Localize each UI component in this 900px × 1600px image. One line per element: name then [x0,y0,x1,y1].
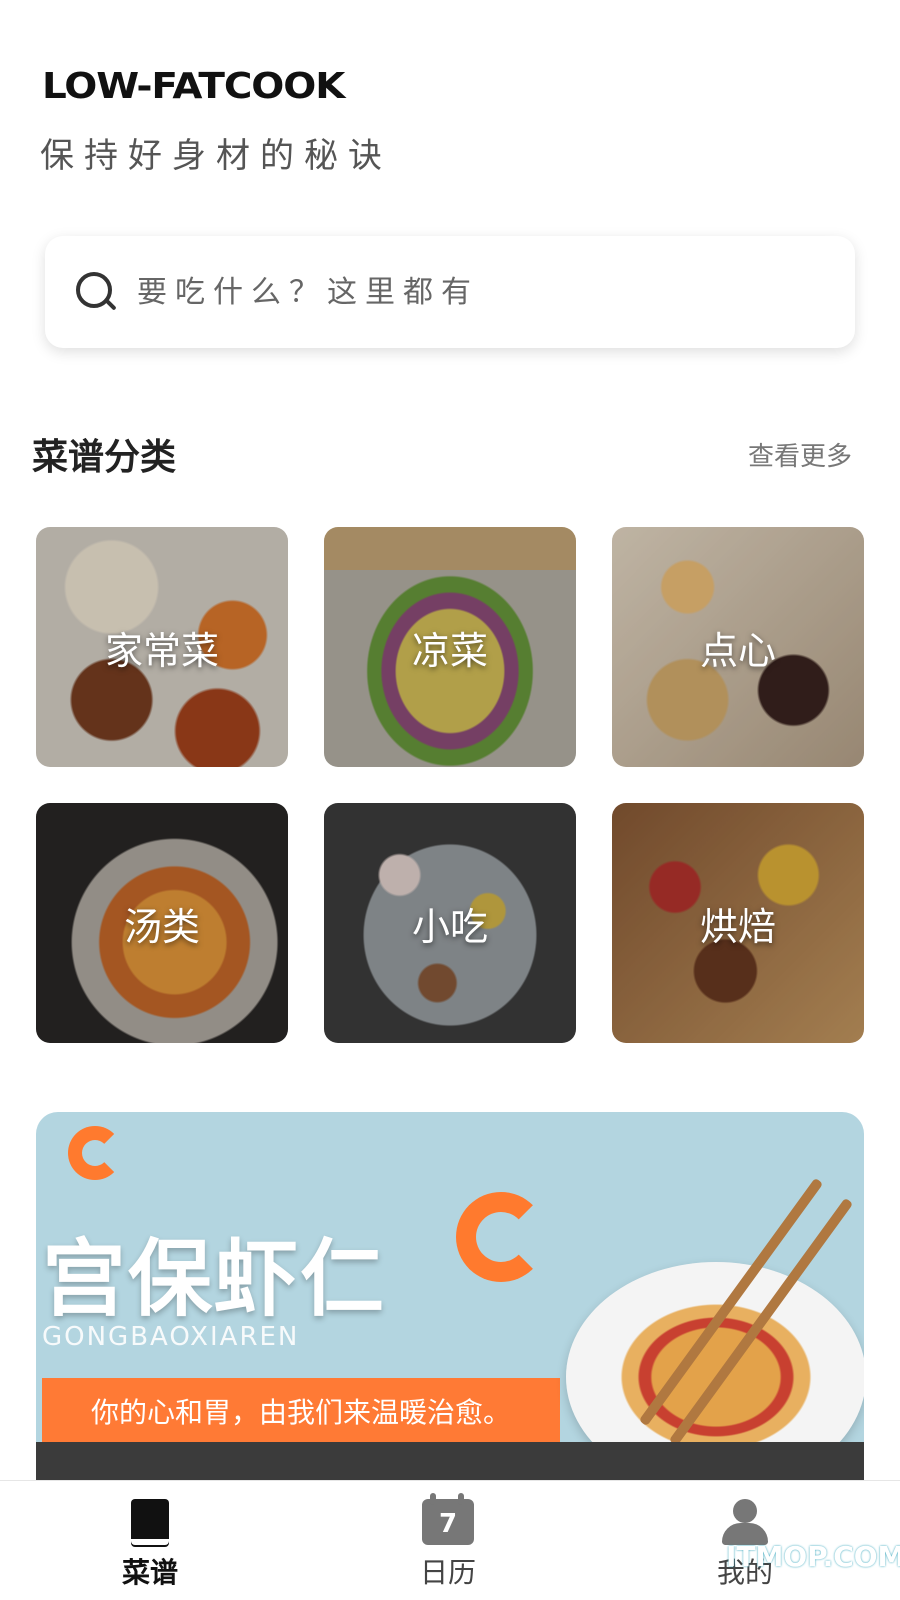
search-icon [73,269,119,315]
search-bar[interactable] [45,236,855,348]
banner-slogan: 你的心和胃，由我们来温暖治愈。 [42,1378,560,1444]
category-section-header: 菜谱分类 查看更多 [32,428,862,480]
banner-title: 宫保虾仁 [42,1230,387,1328]
category-tile-home-cooking[interactable]: 家常菜 [36,527,288,767]
brand-logo: LOW-FATCOOK [42,66,345,107]
watermark: ITMOP.COM [726,1540,900,1573]
promo-banner[interactable]: 宫保虾仁 GONGBAOXIAREN 你的心和胃，由我们来温暖治愈。 [36,1112,864,1482]
category-tile-soups[interactable]: 汤类 [36,803,288,1043]
category-label: 烘焙 [699,904,776,949]
tab-label: 日历 [419,1556,476,1589]
category-label: 小吃 [411,904,488,949]
category-tile-baking[interactable]: 烘焙 [612,803,864,1043]
tab-recipes[interactable]: 菜谱 [95,1499,205,1591]
user-icon [720,1499,770,1545]
shrimp-icon [68,1126,122,1180]
category-label: 家常菜 [104,628,219,673]
category-tile-cold-dishes[interactable]: 凉菜 [324,527,576,767]
tagline: 保持好身材的秘诀 [40,136,392,176]
category-label: 汤类 [123,904,200,949]
view-more-link[interactable]: 查看更多 [748,436,852,473]
category-label: 点心 [699,628,776,673]
book-icon [131,1499,169,1545]
category-label: 凉菜 [411,628,488,673]
banner-footer-strip [36,1442,864,1482]
category-tile-snacks[interactable]: 小吃 [324,803,576,1043]
shrimp-icon [456,1192,546,1282]
category-tile-dim-sum[interactable]: 点心 [612,527,864,767]
search-input[interactable] [137,274,797,310]
tab-label: 菜谱 [121,1556,178,1589]
banner-subtitle: GONGBAOXIAREN [42,1322,300,1352]
section-title: 菜谱分类 [32,437,177,478]
calendar-icon: 7 [422,1493,474,1545]
calendar-day: 7 [438,1509,458,1539]
tab-calendar[interactable]: 7 日历 [393,1493,503,1591]
